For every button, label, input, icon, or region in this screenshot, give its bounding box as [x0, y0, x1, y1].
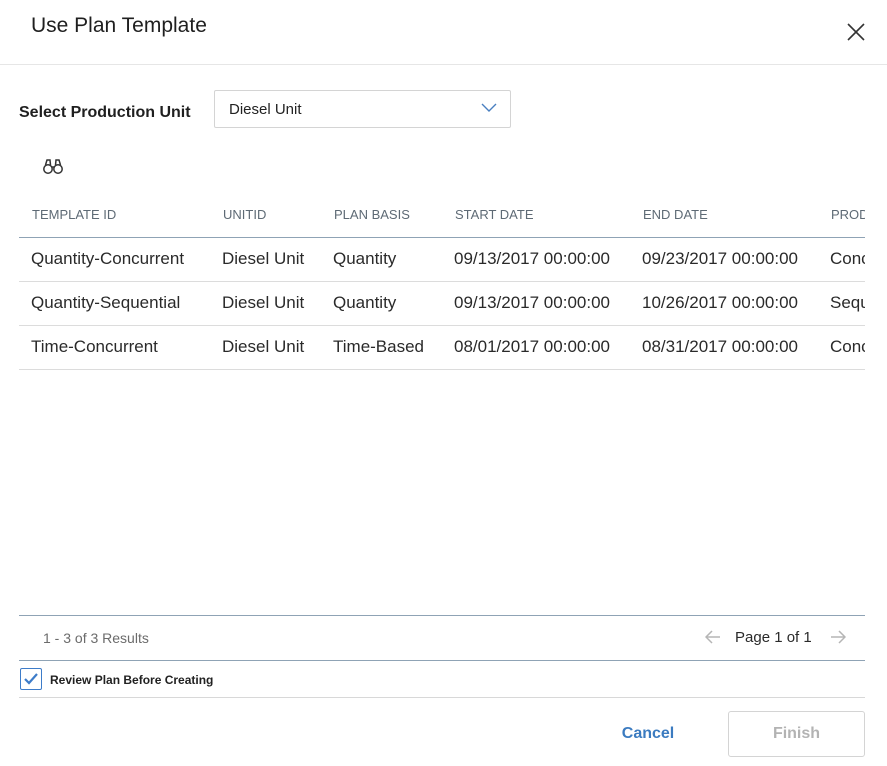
table-header: TEMPLATE ID UNITID PLAN BASIS START DATE…: [19, 193, 865, 238]
cell-plan-basis: Quantity: [333, 293, 397, 312]
cell-template-id: Quantity-Concurrent: [31, 249, 185, 268]
cell-start-date: 09/13/2017 00:00:00: [454, 249, 610, 268]
column-header-plan-basis[interactable]: PLAN BASIS: [334, 207, 410, 222]
cell-end-date: 10/26/2017 00:00:00: [642, 293, 798, 312]
finish-button[interactable]: Finish: [728, 711, 865, 757]
page-info: Page 1 of 1: [735, 629, 812, 646]
close-icon[interactable]: [845, 21, 867, 43]
column-header-unitid[interactable]: UNITID: [223, 207, 266, 222]
review-checkbox[interactable]: [20, 668, 42, 690]
cell-start-date: 09/13/2017 00:00:00: [454, 293, 610, 312]
results-count: 1 - 3 of 3 Results: [43, 630, 149, 646]
table-row[interactable]: Quantity-Concurrent Diesel Unit Quantity…: [19, 238, 865, 282]
cell-plan-basis: Time-Based: [333, 337, 425, 356]
cell-unitid: Diesel Unit: [222, 293, 305, 312]
cell-prod: Conc: [830, 249, 865, 268]
template-table: TEMPLATE ID UNITID PLAN BASIS START DATE…: [19, 193, 865, 370]
dialog-header: Use Plan Template: [0, 0, 887, 65]
cell-end-date: 09/23/2017 00:00:00: [642, 249, 798, 268]
review-option: Review Plan Before Creating: [19, 668, 865, 698]
cell-end-date: 08/31/2017 00:00:00: [642, 337, 798, 356]
cell-unitid: Diesel Unit: [222, 337, 305, 356]
column-header-end-date[interactable]: END DATE: [643, 207, 708, 222]
cell-prod: Sequ: [830, 293, 865, 312]
dialog-title: Use Plan Template: [31, 14, 207, 37]
arrow-left-icon[interactable]: [705, 630, 721, 644]
cell-template-id: Time-Concurrent: [31, 337, 158, 356]
table-row[interactable]: Quantity-Sequential Diesel Unit Quantity…: [19, 282, 865, 326]
column-header-prod[interactable]: PROD: [831, 207, 865, 222]
review-label[interactable]: Review Plan Before Creating: [50, 673, 213, 687]
production-unit-value: Diesel Unit: [229, 101, 302, 118]
cell-template-id: Quantity-Sequential: [31, 293, 181, 312]
production-unit-label: Select Production Unit: [19, 104, 191, 121]
cell-prod: Conc: [830, 337, 865, 356]
column-header-template-id[interactable]: TEMPLATE ID: [32, 207, 116, 222]
table-pager: 1 - 3 of 3 Results Page 1 of 1: [19, 615, 865, 661]
column-header-start-date[interactable]: START DATE: [455, 207, 534, 222]
arrow-right-icon[interactable]: [830, 630, 846, 644]
checkmark-icon: [24, 673, 38, 685]
cell-plan-basis: Quantity: [333, 249, 397, 268]
cell-unitid: Diesel Unit: [222, 249, 305, 268]
chevron-down-icon: [481, 103, 497, 112]
binoculars-icon[interactable]: [42, 157, 64, 175]
table-row[interactable]: Time-Concurrent Diesel Unit Time-Based 0…: [19, 326, 865, 370]
cell-start-date: 08/01/2017 00:00:00: [454, 337, 610, 356]
cancel-button[interactable]: Cancel: [609, 712, 687, 756]
production-unit-dropdown[interactable]: Diesel Unit: [214, 90, 511, 128]
